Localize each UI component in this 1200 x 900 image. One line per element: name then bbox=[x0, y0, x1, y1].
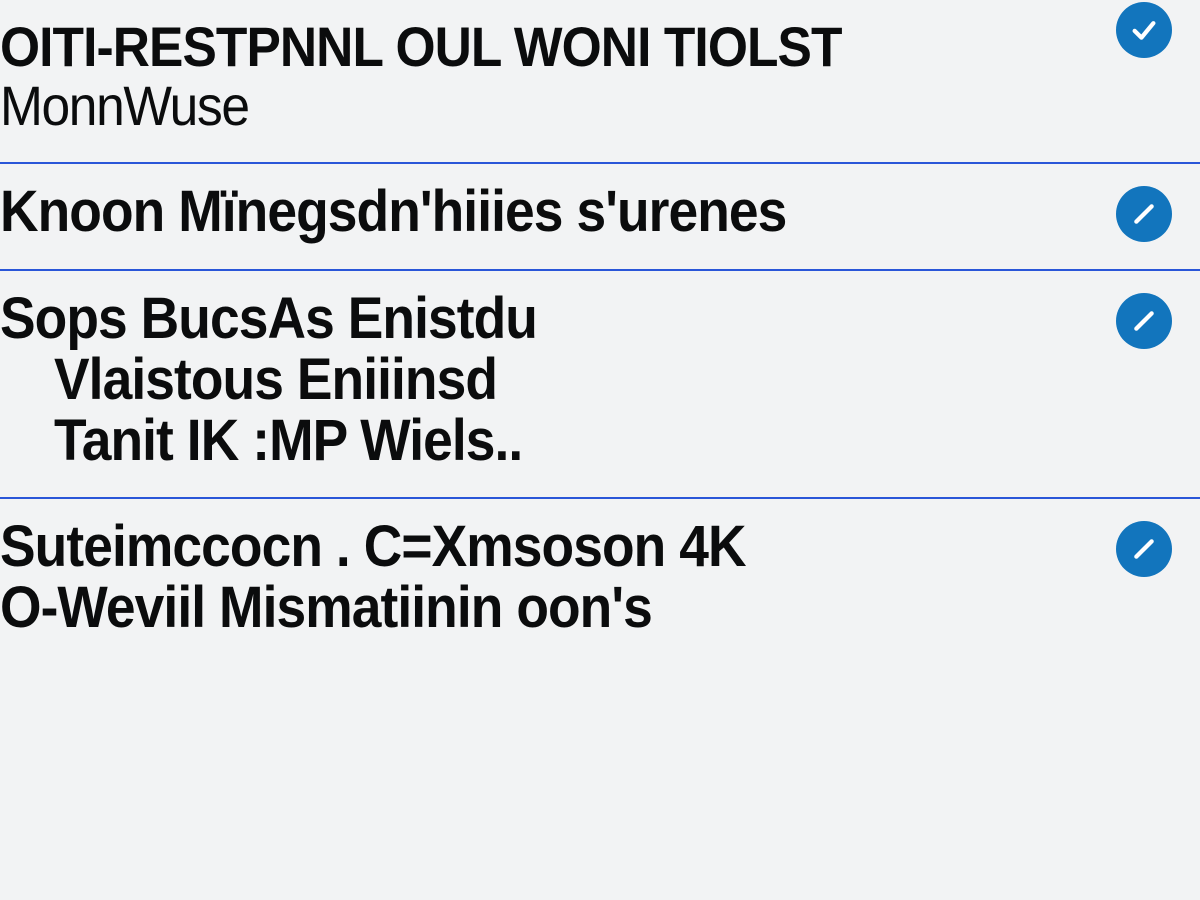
item-title: Suteimccocn . C=Xmsoson 4K bbox=[0, 517, 1080, 578]
item-sub-line: Vlaistous Eniiinsd bbox=[0, 350, 1080, 411]
list-item[interactable]: OITI-RESTPNNL OUL WONI TIOLST MonnWuse bbox=[0, 0, 1200, 164]
list-item[interactable]: Suteimccocn . C=Xmsoson 4K O-Weviil Mism… bbox=[0, 499, 1200, 665]
list: OITI-RESTPNNL OUL WONI TIOLST MonnWuse K… bbox=[0, 0, 1200, 900]
list-item[interactable]: Sops BucsAs Enistdu Vlaistous Eniiinsd T… bbox=[0, 271, 1200, 500]
list-item-text: Knoon Mïnegsdn'hiiies s'urenes bbox=[0, 182, 1200, 243]
list-item[interactable]: Knoon Mïnegsdn'hiiies s'urenes bbox=[0, 164, 1200, 271]
item-title: Knoon Mïnegsdn'hiiies s'urenes bbox=[0, 182, 1080, 243]
list-item-text: OITI-RESTPNNL OUL WONI TIOLST MonnWuse bbox=[0, 18, 1200, 136]
list-item-text: Sops BucsAs Enistdu Vlaistous Eniiinsd T… bbox=[0, 289, 1200, 472]
item-subtitle: MonnWuse bbox=[0, 77, 1080, 136]
item-sub-line: Tanit IK :MP Wiels.. bbox=[0, 411, 1080, 472]
item-subtitle: O-Weviil Mismatiinin oon's bbox=[0, 578, 1080, 639]
edit-icon[interactable] bbox=[1116, 293, 1172, 349]
list-item-text: Suteimccocn . C=Xmsoson 4K O-Weviil Mism… bbox=[0, 517, 1200, 639]
item-title: Sops BucsAs Enistdu bbox=[0, 289, 1080, 350]
edit-icon[interactable] bbox=[1116, 186, 1172, 242]
check-icon[interactable] bbox=[1116, 2, 1172, 58]
item-title: OITI-RESTPNNL OUL WONI TIOLST bbox=[0, 18, 1080, 75]
